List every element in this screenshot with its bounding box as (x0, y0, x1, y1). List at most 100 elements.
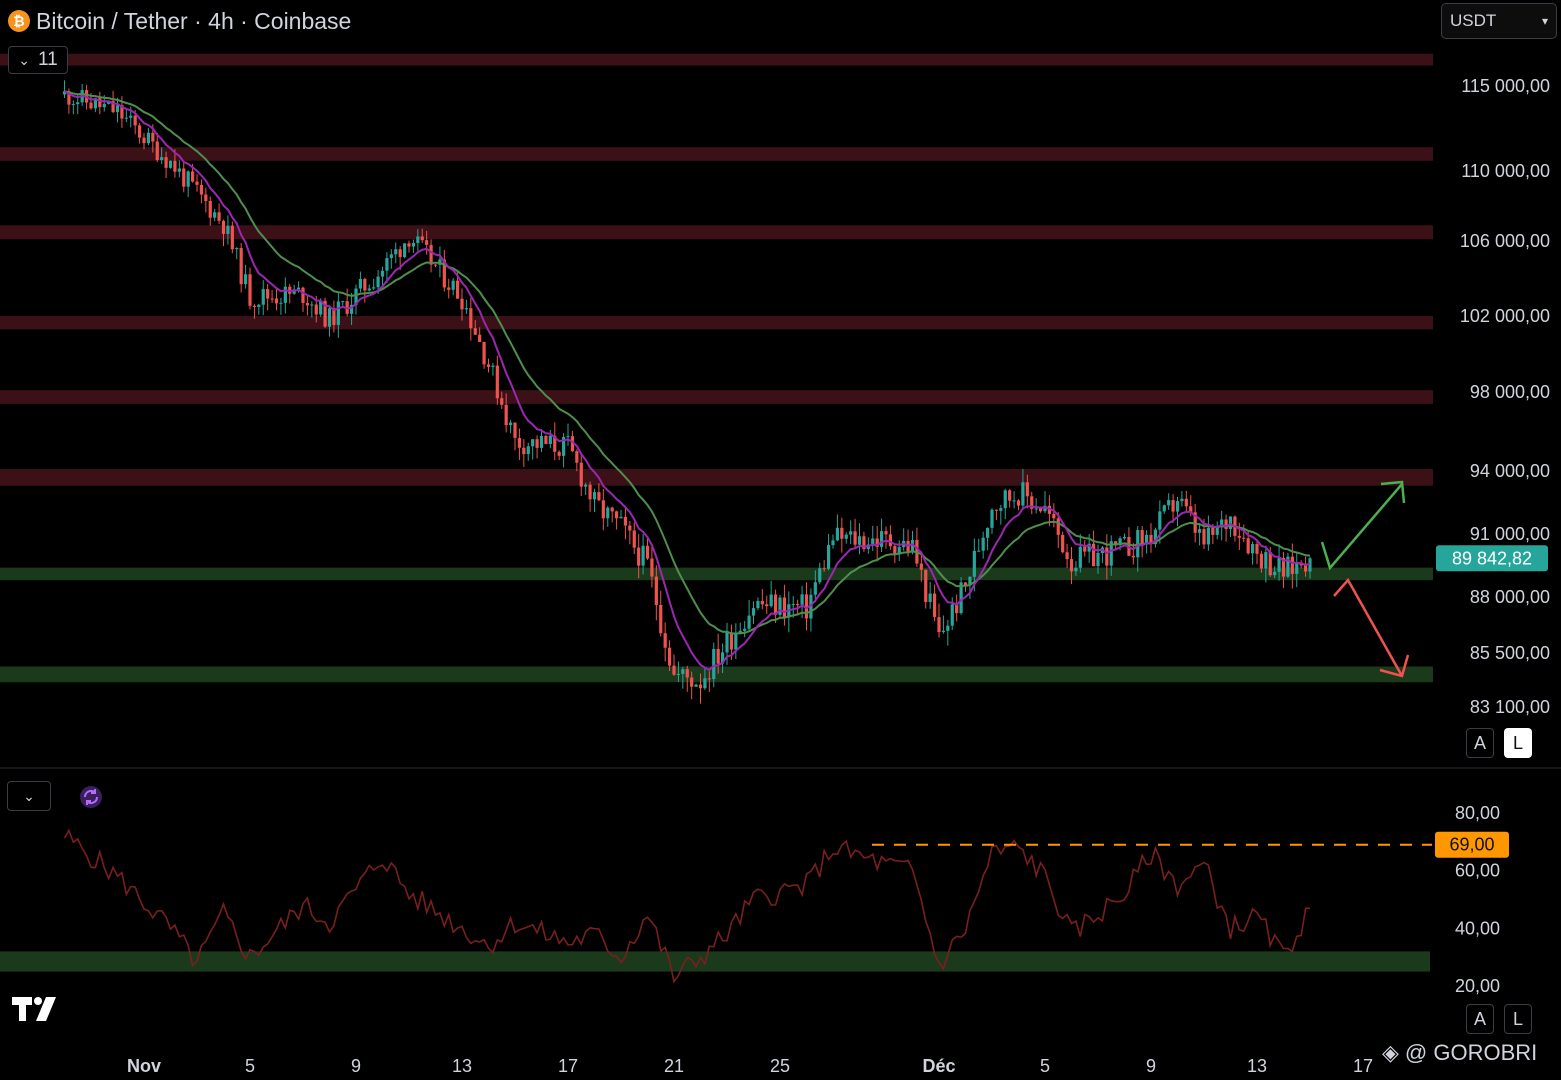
candle-body (314, 304, 318, 315)
candle-body (305, 302, 310, 306)
candle-body (685, 669, 689, 678)
candle-body (283, 286, 287, 303)
candle-body (743, 628, 747, 631)
candle-body (813, 582, 817, 595)
candle-body (1277, 557, 1281, 572)
candle-body (1056, 518, 1060, 535)
candle-body (230, 225, 234, 250)
candle-body (164, 157, 168, 168)
indicator-count: 11 (38, 49, 58, 70)
time-tick-label: 5 (1040, 1056, 1050, 1076)
support-zone (0, 666, 1433, 683)
candle-body (508, 422, 513, 426)
candle-body (478, 334, 482, 342)
resistance-zone (0, 225, 1433, 240)
price-chart[interactable]: 115 000,00 110 000,00 106 000,00 102 000,00… (0, 0, 1561, 1080)
candle-body (261, 289, 265, 305)
current-price-label: 89 842,82 (1452, 548, 1532, 568)
candle-body (822, 568, 826, 570)
candle-body (142, 137, 146, 144)
time-tick-label: 21 (664, 1056, 684, 1076)
indicator-refresh-icon[interactable] (77, 783, 105, 811)
candle-body (447, 287, 451, 290)
candle-body (243, 274, 248, 285)
candle-body (844, 534, 848, 539)
candle-body (199, 184, 204, 195)
candle-body (133, 115, 137, 126)
candle-body (716, 648, 720, 664)
candle-body (235, 248, 239, 250)
candle-body (168, 160, 173, 168)
candle-body (380, 270, 385, 277)
candle-body (1008, 490, 1012, 501)
candle-body (1034, 508, 1038, 510)
rsi-oversold-zone (0, 951, 1430, 972)
candle-body (363, 278, 367, 291)
candle-body (266, 289, 270, 299)
candle-body (924, 569, 928, 603)
candle-body (1242, 537, 1246, 539)
candle-body (124, 117, 128, 119)
candle-body (1228, 516, 1233, 529)
candle-body (115, 105, 120, 113)
candle-body (831, 540, 835, 546)
candle-body (588, 484, 592, 500)
candle-body (1211, 527, 1215, 535)
candle-body (358, 278, 363, 289)
candle-body (1303, 565, 1308, 572)
log-scale-button[interactable]: L (1504, 728, 1532, 758)
resistance-zone (0, 390, 1433, 404)
candle-body (402, 243, 407, 258)
rsi-tick-label: 80,00 (1455, 803, 1500, 823)
candle-body (637, 547, 641, 566)
candle-body (659, 604, 663, 634)
candle-body (619, 516, 623, 519)
candle-body (1158, 511, 1162, 530)
candle-body (672, 665, 676, 675)
tradingview-logo[interactable] (12, 995, 62, 1023)
candle-body (420, 236, 424, 241)
rsi-log-scale-button[interactable]: L (1504, 1004, 1532, 1034)
candle-body (226, 225, 230, 234)
currency-value: USDT (1450, 11, 1497, 30)
rsi-collapse-toggle[interactable]: ⌄ (7, 781, 51, 811)
candle-body (398, 249, 402, 258)
candle-body (486, 364, 491, 367)
price-tick-label: 98 000,00 (1470, 382, 1550, 402)
candle-body (676, 673, 681, 675)
candle-body (451, 280, 455, 290)
candle-body (999, 508, 1003, 511)
candle-body (1295, 562, 1299, 574)
candle-body (1012, 500, 1016, 502)
candle-body (177, 168, 181, 172)
candle-body (663, 633, 667, 648)
candle-body (129, 115, 133, 118)
time-tick-label: 13 (1247, 1056, 1267, 1076)
candle-body (800, 594, 804, 605)
candle-body (1078, 546, 1082, 568)
auto-scale-button[interactable]: A (1466, 728, 1494, 758)
candle-body (535, 439, 539, 448)
candle-body (411, 243, 416, 247)
indicators-toggle[interactable]: ⌄ 11 (8, 46, 68, 74)
candle-body (977, 550, 981, 552)
candle-body (160, 157, 164, 161)
candle-body (482, 341, 486, 365)
candle-body (376, 276, 380, 288)
candle-body (1131, 555, 1135, 558)
candle-body (1025, 482, 1029, 497)
rsi-auto-scale-button[interactable]: A (1466, 1004, 1494, 1034)
currency-select[interactable]: USDT ▾ (1441, 3, 1557, 39)
candle-body (1069, 559, 1074, 572)
candle-body (972, 550, 976, 577)
price-tick-label: 94 000,00 (1470, 461, 1550, 481)
candle-body (279, 302, 283, 304)
time-tick-label: Nov (127, 1056, 161, 1076)
chevron-down-icon: ⌄ (18, 51, 30, 68)
candle-body (173, 160, 177, 172)
candle-body (849, 531, 853, 535)
candle-body (270, 298, 274, 300)
candle-body (548, 435, 552, 445)
candle-body (195, 181, 199, 185)
candle-body (473, 328, 477, 335)
